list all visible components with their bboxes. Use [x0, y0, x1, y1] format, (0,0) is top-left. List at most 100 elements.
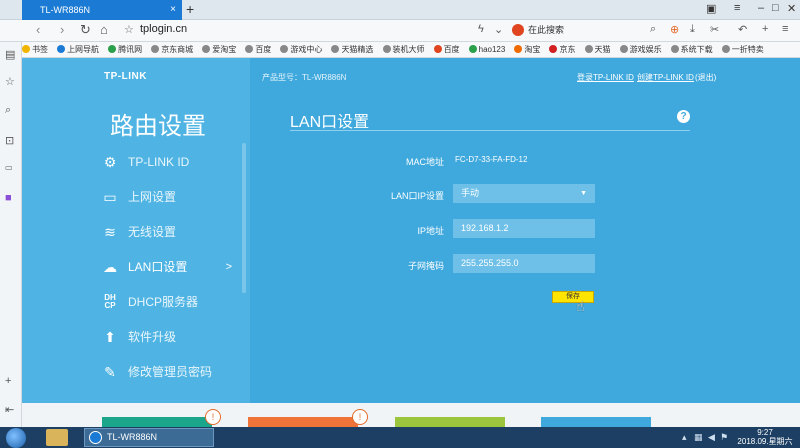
- bookmark-item[interactable]: 百度: [433, 42, 460, 57]
- status-card[interactable]: [102, 417, 212, 427]
- section-title: LAN口设置: [290, 114, 370, 131]
- exit-link[interactable]: (退出): [695, 72, 716, 83]
- collapse-icon[interactable]: ⇤: [5, 403, 14, 416]
- router-sidebar: TP-LINK 路由设置 ⚙ TP-LINK ID ▭ 上网设置 ≋ 无线设置 …: [22, 58, 250, 403]
- model-text: 产品型号：TL-WR886N: [262, 73, 347, 82]
- bookmark-item[interactable]: 一折特卖: [721, 42, 764, 57]
- refresh-icon[interactable]: ↻: [80, 22, 91, 38]
- bookmark-item[interactable]: 淘宝: [514, 42, 540, 57]
- forward-icon[interactable]: ›: [60, 22, 64, 37]
- browser-logo-icon: [89, 431, 102, 444]
- url-field[interactable]: ☆ tplogin.cn: [124, 23, 494, 39]
- router-page: TP-LINK 路由设置 ⚙ TP-LINK ID ▭ 上网设置 ≋ 无线设置 …: [22, 58, 800, 427]
- shirt-icon[interactable]: ▣: [706, 2, 716, 15]
- menu-more-icon[interactable]: ≡: [782, 23, 788, 35]
- search-icon[interactable]: ⌕: [5, 104, 11, 117]
- undo-icon[interactable]: ↶: [738, 23, 747, 36]
- close-window-icon[interactable]: ✕: [787, 2, 796, 15]
- bookmark-item[interactable]: 游戏中心: [280, 42, 322, 57]
- browser-tab[interactable]: TL-WR886N ×: [22, 0, 182, 20]
- tab-close-button[interactable]: ×: [170, 0, 176, 20]
- bookmark-item[interactable]: 爱淘宝: [202, 42, 236, 57]
- menu-item-dhcp[interactable]: DH CP DHCP服务器: [100, 290, 250, 314]
- status-card[interactable]: [395, 417, 505, 427]
- clock-date: 2018.09.星期六: [737, 437, 793, 446]
- taskbar-clock[interactable]: 9:27 2018.09.星期六: [732, 428, 798, 446]
- lan-ip-mode-label: LAN口IP设置: [390, 191, 444, 201]
- save-button[interactable]: 保存: [552, 291, 594, 303]
- bookmark-item[interactable]: 书签: [22, 42, 48, 57]
- bookmark-item[interactable]: 京东商城: [151, 42, 193, 57]
- minimize-icon[interactable]: –: [758, 2, 764, 14]
- login-tplink-id-link[interactable]: 登录TP-LINK ID: [577, 72, 634, 83]
- flag-icon[interactable]: ⚑: [720, 432, 728, 443]
- bookmark-star-icon[interactable]: ☆: [124, 23, 134, 36]
- sidebar-scrollbar[interactable]: [242, 143, 246, 293]
- reader-icon[interactable]: ▤: [5, 48, 15, 61]
- subnet-mask-input[interactable]: 255.255.255.0: [453, 254, 595, 273]
- favorites-star-icon[interactable]: ☆: [5, 75, 15, 88]
- bookmark-item[interactable]: 天猫: [584, 42, 611, 57]
- subnet-mask-label: 子网掩码: [407, 261, 444, 271]
- folder-icon[interactable]: [46, 429, 68, 446]
- wifi-icon: ≋: [104, 224, 116, 240]
- maximize-icon[interactable]: □: [772, 2, 779, 14]
- menu-item-tp-link-id[interactable]: ⚙ TP-LINK ID: [100, 150, 250, 174]
- dropdown-arrow-icon: ▼: [580, 190, 587, 197]
- menu-item-lan[interactable]: ☁ LAN口设置 >: [100, 255, 250, 279]
- download-icon[interactable]: ⤓: [690, 23, 695, 36]
- menu-icon[interactable]: ≡: [734, 2, 740, 14]
- bookmark-item[interactable]: 京东: [549, 42, 575, 57]
- lan-ip-mode-select[interactable]: 手动 ▼: [453, 184, 595, 203]
- create-tplink-id-link[interactable]: 创建TP-LINK ID: [637, 72, 694, 83]
- live-icon[interactable]: ▭: [5, 163, 13, 172]
- menu-item-upgrade[interactable]: ⬆ 软件升级: [100, 325, 250, 349]
- chevron-right-icon: >: [225, 261, 232, 273]
- bookmark-item[interactable]: 装机大师: [382, 42, 425, 57]
- bookmark-item[interactable]: 腾讯网: [108, 42, 142, 57]
- search-icon[interactable]: ⌕: [650, 23, 656, 36]
- clock-time: 9:27: [757, 428, 773, 437]
- add-icon[interactable]: +: [762, 23, 768, 35]
- tab-title: TL-WR886N: [40, 5, 91, 15]
- tray-arrow-icon[interactable]: ▴: [682, 432, 687, 443]
- translate-icon[interactable]: ■: [5, 192, 12, 204]
- mac-label: MAC地址: [406, 157, 444, 167]
- start-button[interactable]: [6, 428, 26, 448]
- cart-icon[interactable]: ⊡: [5, 134, 14, 147]
- menu-item-password[interactable]: ✎ 修改管理员密码: [100, 360, 250, 384]
- tp-link-logo: TP-LINK: [104, 71, 147, 82]
- back-icon[interactable]: ‹: [36, 22, 40, 37]
- menu-item-internet[interactable]: ▭ 上网设置: [100, 185, 250, 209]
- bookmark-item[interactable]: 上网导航: [57, 42, 99, 57]
- bookmark-item[interactable]: hao123: [468, 42, 505, 57]
- add-icon[interactable]: +: [5, 375, 11, 387]
- new-tab-button[interactable]: +: [186, 1, 194, 17]
- search-engine-icon: [512, 24, 524, 36]
- url-text: tplogin.cn: [140, 23, 188, 35]
- browser-sidebar: ▤ ☆ ⌕ ⊡ ▭ ■ + ⇤: [0, 42, 22, 427]
- status-card[interactable]: [248, 417, 358, 427]
- taskbar-browser-task[interactable]: TL-WR886N: [84, 428, 214, 447]
- gear-icon: ⚙: [103, 154, 117, 170]
- bookmark-item[interactable]: 百度: [245, 42, 271, 57]
- warning-badge: !: [205, 409, 221, 425]
- page-title: 路由设置: [110, 113, 206, 140]
- help-icon[interactable]: ?: [677, 110, 690, 123]
- bookmark-item[interactable]: 游戏娱乐: [619, 42, 662, 57]
- search-input[interactable]: 在此搜索: [512, 23, 652, 39]
- scissors-icon[interactable]: ✂: [710, 23, 719, 36]
- status-card[interactable]: [541, 417, 651, 427]
- network-icon[interactable]: ▦: [694, 432, 703, 443]
- lightning-icon[interactable]: ϟ: [478, 23, 484, 35]
- game-icon[interactable]: ⊕: [670, 23, 679, 36]
- home-icon[interactable]: ⌂: [100, 22, 108, 37]
- chevron-down-icon[interactable]: ⌄: [494, 23, 503, 36]
- ip-address-input[interactable]: 192.168.1.2: [453, 219, 595, 238]
- bookmark-item[interactable]: 天猫精选: [331, 42, 373, 57]
- menu-item-wireless[interactable]: ≋ 无线设置: [100, 220, 250, 244]
- bookmark-item[interactable]: 系统下载: [670, 42, 713, 57]
- taskbar: TL-WR886N ▴ ▦ ◀ ⚑ 9:27 2018.09.星期六: [0, 427, 800, 448]
- volume-icon[interactable]: ◀: [708, 432, 715, 443]
- address-bar: ‹ › ↻ ⌂ ☆ tplogin.cn ϟ ⌄ 在此搜索 ⌕ ⊕ ⤓ ✂ ↶ …: [0, 20, 800, 42]
